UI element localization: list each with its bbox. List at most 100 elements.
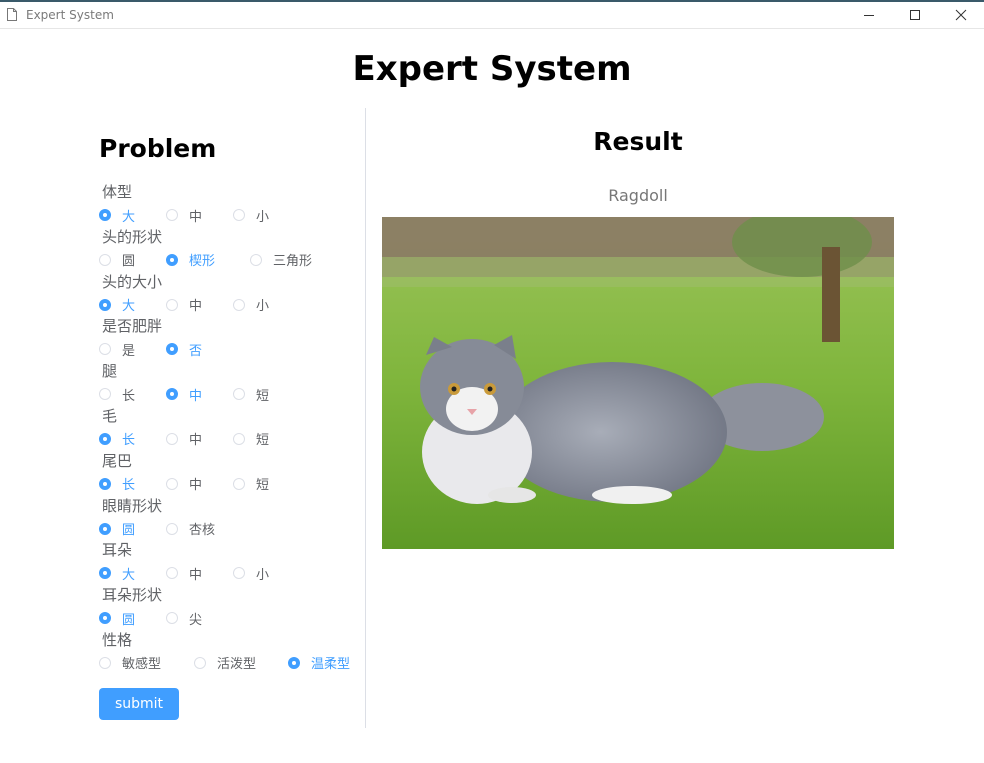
radio-unchecked-icon[interactable] <box>99 343 111 356</box>
radio-option-label: 小 <box>256 209 270 225</box>
radio-unchecked-icon[interactable] <box>233 209 245 221</box>
radio-checked-icon[interactable] <box>288 656 300 669</box>
radio-unchecked-icon[interactable] <box>166 612 178 625</box>
radio-option[interactable]: 大 <box>99 296 135 314</box>
radio-option[interactable]: 大 <box>99 564 135 583</box>
radio-option[interactable]: 小 <box>233 296 269 314</box>
question-row: 耳朵形状圆 尖 <box>99 585 364 630</box>
radio-option-label: 楔形 <box>189 254 216 270</box>
question-row: 眼睛形状圆 杏核 <box>99 496 364 541</box>
radio-option-label: 中 <box>189 478 203 494</box>
radio-option[interactable]: 楔形 <box>166 251 215 269</box>
question-row: 尾巴长 中 短 <box>99 451 364 496</box>
radio-option[interactable]: 中 <box>166 475 202 493</box>
minimize-button[interactable] <box>846 0 892 29</box>
radio-option[interactable]: 长 <box>99 385 135 404</box>
close-button[interactable] <box>938 0 984 29</box>
radio-option-label: 否 <box>189 343 203 359</box>
radio-checked-icon[interactable] <box>166 388 178 401</box>
radio-option[interactable]: 小 <box>233 564 269 583</box>
radio-option[interactable]: 大 <box>99 206 135 225</box>
radio-unchecked-icon[interactable] <box>233 432 245 445</box>
radio-unchecked-icon[interactable] <box>194 656 206 669</box>
radio-option[interactable]: 短 <box>233 430 269 448</box>
question-row: 头的大小大 中 小 <box>99 272 364 317</box>
radio-unchecked-icon[interactable] <box>233 567 245 580</box>
radio-option[interactable]: 温柔型 <box>288 654 350 672</box>
radio-option[interactable]: 圆 <box>99 251 135 269</box>
maximize-button[interactable] <box>892 0 938 29</box>
radio-checked-icon[interactable] <box>99 432 111 445</box>
question-label: 耳朵 <box>102 541 133 560</box>
radio-option-label: 中 <box>189 209 203 225</box>
radio-unchecked-icon[interactable] <box>99 656 111 669</box>
radio-unchecked-icon[interactable] <box>166 209 178 221</box>
radio-option[interactable]: 短 <box>233 385 269 404</box>
radio-group: 是否 <box>99 340 369 359</box>
question-label: 体型 <box>102 183 133 201</box>
close-icon <box>955 9 967 21</box>
radio-option[interactable]: 小 <box>233 206 270 225</box>
radio-option[interactable]: 中 <box>166 430 202 448</box>
radio-unchecked-icon[interactable] <box>233 388 245 401</box>
radio-unchecked-icon[interactable] <box>233 477 245 490</box>
radio-option[interactable]: 圆 <box>99 520 135 538</box>
radio-unchecked-icon[interactable] <box>166 522 178 535</box>
maximize-icon <box>910 10 920 20</box>
radio-checked-icon[interactable] <box>99 298 111 311</box>
question-label: 头的形状 <box>102 227 163 246</box>
radio-option[interactable]: 活泼型 <box>194 654 256 672</box>
result-cat-image <box>382 217 894 549</box>
radio-checked-icon[interactable] <box>99 209 111 221</box>
radio-checked-icon[interactable] <box>99 612 111 625</box>
question-label: 腿 <box>102 362 118 381</box>
radio-option[interactable]: 中 <box>166 206 203 225</box>
radio-checked-icon[interactable] <box>166 343 178 356</box>
radio-option[interactable]: 否 <box>166 340 203 359</box>
radio-option[interactable]: 短 <box>233 475 269 493</box>
radio-option[interactable]: 敏感型 <box>99 654 161 672</box>
radio-option[interactable]: 三角形 <box>250 251 312 269</box>
radio-unchecked-icon[interactable] <box>99 388 111 401</box>
submit-button[interactable]: submit <box>99 688 179 720</box>
radio-option[interactable]: 中 <box>166 564 203 583</box>
question-label: 性格 <box>102 630 133 649</box>
radio-unchecked-icon[interactable] <box>166 432 178 445</box>
radio-checked-icon[interactable] <box>99 567 111 580</box>
radio-option[interactable]: 长 <box>99 475 135 493</box>
question-list: 体型大中小头的形状圆楔形 三角形 头的大小大中小是否肥胖是否腿长中短毛长中短尾巴长中… <box>99 182 364 675</box>
column-divider <box>365 108 366 728</box>
question-row: 头的形状圆 楔形 三角形 <box>99 227 364 272</box>
radio-option-label: 长 <box>122 478 136 494</box>
radio-option[interactable]: 中 <box>166 385 203 404</box>
radio-unchecked-icon[interactable] <box>99 253 111 266</box>
radio-option[interactable]: 中 <box>166 296 202 314</box>
radio-unchecked-icon[interactable] <box>166 477 178 490</box>
radio-unchecked-icon[interactable] <box>233 298 245 311</box>
radio-group: 圆 楔形 三角形 <box>99 251 369 269</box>
radio-group: 圆尖 <box>99 609 369 628</box>
radio-option-label: 中 <box>189 299 203 315</box>
radio-option[interactable]: 长 <box>99 430 135 448</box>
radio-option-label: 中 <box>189 388 203 404</box>
document-icon <box>7 8 17 21</box>
radio-checked-icon[interactable] <box>166 253 178 266</box>
radio-option-label: 圆 <box>122 612 136 628</box>
radio-option[interactable]: 圆 <box>99 609 136 628</box>
question-row: 是否肥胖是 否 <box>99 316 364 361</box>
radio-option-label: 中 <box>189 567 203 583</box>
radio-group: 大中小 <box>99 296 369 314</box>
minimize-icon <box>864 15 874 16</box>
radio-group: 长中短 <box>99 430 369 448</box>
radio-option-label: 圆 <box>122 254 136 270</box>
radio-unchecked-icon[interactable] <box>250 253 262 266</box>
radio-unchecked-icon[interactable] <box>166 567 178 580</box>
radio-checked-icon[interactable] <box>99 522 111 535</box>
radio-option[interactable]: 杏核 <box>166 520 215 538</box>
radio-option-label: 中 <box>189 433 203 449</box>
radio-option[interactable]: 是 <box>99 340 135 359</box>
radio-unchecked-icon[interactable] <box>166 298 178 311</box>
question-label: 尾巴 <box>102 451 133 470</box>
radio-option[interactable]: 尖 <box>166 609 202 628</box>
radio-checked-icon[interactable] <box>99 477 111 490</box>
